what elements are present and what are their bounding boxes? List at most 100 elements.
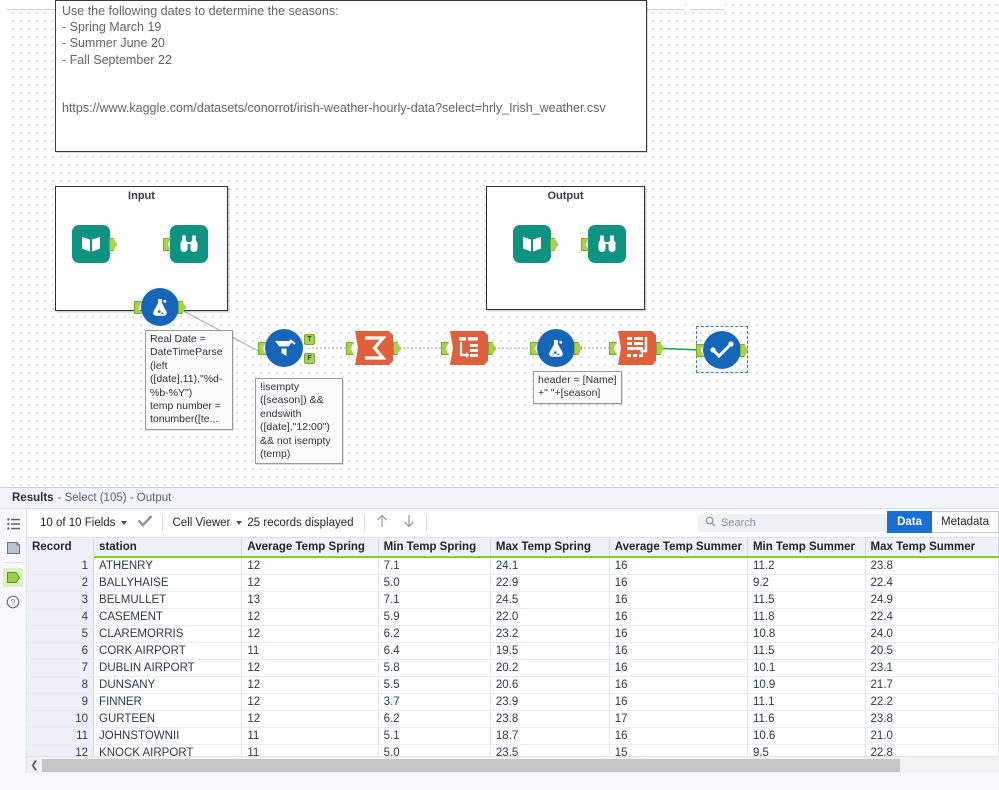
table-cell[interactable]: JOHNSTOWNII [93,727,243,745]
record-number-cell[interactable]: 2 [27,574,95,592]
node-formula-tool-2[interactable] [530,329,582,367]
node-crosstab-tool[interactable] [441,329,496,367]
chevron-left-icon[interactable]: ❮ [27,760,42,771]
arrow-down-icon[interactable] [402,513,416,534]
table-cell[interactable]: 11.6 [747,710,866,728]
table-cell[interactable]: 5.1 [378,727,491,745]
table-cell[interactable]: 6.2 [378,710,491,728]
column-header[interactable]: Min Temp Spring [378,538,491,558]
table-cell[interactable]: 7.1 [378,591,491,609]
table-cell[interactable]: GURTEEN [93,710,243,728]
column-header[interactable]: Min Temp Summer [747,538,866,558]
table-cell[interactable]: 5.0 [378,574,491,592]
record-number-cell[interactable]: 5 [27,625,95,643]
table-cell[interactable]: DUBLIN AIRPORT [93,659,243,677]
table-cell[interactable]: 19.5 [490,642,610,660]
record-number-cell[interactable]: 1 [27,557,95,575]
table-cell[interactable]: 22.4 [865,574,999,592]
help-icon[interactable]: ? [3,592,23,611]
table-cell[interactable]: 23.8 [490,710,610,728]
table-cell[interactable]: 16 [609,574,748,592]
checkmark-icon[interactable] [137,514,153,532]
list-icon[interactable] [3,514,23,533]
table-cell[interactable]: 10.9 [747,676,866,694]
table-cell[interactable]: 16 [609,676,748,694]
table-cell[interactable]: 17 [609,710,748,728]
table-cell[interactable]: 24.5 [490,591,610,609]
table-cell[interactable]: 21.0 [865,727,999,745]
table-cell[interactable]: 16 [609,625,748,643]
table-cell[interactable]: ATHENRY [93,557,243,575]
record-number-cell[interactable]: 6 [27,642,95,660]
scrollbar-thumb[interactable] [42,758,900,772]
table-cell[interactable]: BELMULLET [93,591,243,609]
table-cell[interactable]: 22.9 [490,574,610,592]
table-cell[interactable]: 16 [609,608,748,626]
table-cell[interactable]: 21.7 [865,676,999,694]
column-header[interactable]: Record [27,538,95,558]
table-cell[interactable]: 23.1 [865,659,999,677]
cell-viewer-label[interactable]: Cell Viewer [172,517,230,529]
table-cell[interactable]: 11.5 [747,642,866,660]
table-row[interactable]: 5 CLAREMORRIS 12 6.2 23.2 16 10.8 24.0 [27,625,999,643]
table-cell[interactable]: 12 [241,625,379,643]
column-header[interactable]: Average Temp Summer [609,538,748,558]
record-number-cell[interactable]: 10 [27,710,95,728]
table-cell[interactable]: 5.5 [378,676,491,694]
record-number-cell[interactable]: 8 [27,676,95,694]
canvas-comment-box[interactable]: Use the following dates to determine the… [55,0,647,152]
table-row[interactable]: 4 CASEMENT 12 5.9 22.0 16 11.8 22.4 [27,608,999,626]
table-cell[interactable]: 11.5 [747,591,866,609]
table-cell[interactable]: 12 [241,608,379,626]
table-cell[interactable]: 16 [609,557,748,575]
table-cell[interactable]: 5.8 [378,659,491,677]
table-cell[interactable]: 16 [609,659,748,677]
output-anchor-true[interactable]: T [304,334,315,345]
node-input-data-tool[interactable] [72,225,117,263]
tab-metadata[interactable]: Metadata [932,511,999,533]
node-transpose-tool[interactable] [609,329,664,367]
table-cell[interactable]: 23.8 [865,557,999,575]
table-cell[interactable]: 18.7 [490,727,610,745]
table-cell[interactable]: 11 [241,727,379,745]
table-cell[interactable]: 22.0 [490,608,610,626]
table-cell[interactable]: 16 [609,727,748,745]
table-cell[interactable]: 11.2 [747,557,866,575]
table-cell[interactable]: FINNER [93,693,243,711]
output-anchor[interactable] [656,342,664,355]
column-header[interactable]: Max Temp Summer [865,538,999,558]
table-cell[interactable]: 22.4 [865,608,999,626]
metadata-icon[interactable] [3,538,23,557]
column-header[interactable]: Average Temp Spring [241,538,379,558]
table-cell[interactable]: CORK AIRPORT [93,642,243,660]
table-row[interactable]: 2 BALLYHAISE 12 5.0 22.9 16 9.2 22.4 [27,574,999,592]
table-row[interactable]: 6 CORK AIRPORT 11 6.4 19.5 16 11.5 20.5 [27,642,999,660]
table-cell[interactable]: 20.5 [865,642,999,660]
table-cell[interactable]: 6.2 [378,625,491,643]
output-anchor-false[interactable]: F [304,353,315,364]
search-input[interactable]: Search [698,514,906,532]
table-cell[interactable]: 16 [609,693,748,711]
table-cell[interactable]: 13 [241,591,379,609]
node-summarize-tool[interactable] [346,329,401,367]
table-row[interactable]: 11 JOHNSTOWNII 11 5.1 18.7 16 10.6 21.0 [27,727,999,745]
table-cell[interactable]: 11.8 [747,608,866,626]
table-cell[interactable]: 12 [241,557,379,575]
table-cell[interactable]: 12 [241,574,379,592]
node-formula-tool-1[interactable] [134,288,186,326]
node-select-tool[interactable] [696,331,748,369]
table-cell[interactable]: 23.8 [865,710,999,728]
table-cell[interactable]: 12 [241,676,379,694]
record-number-cell[interactable]: 11 [27,727,95,745]
results-grid[interactable]: Record station Average Temp Spring Min Temp… [27,538,999,790]
horizontal-scrollbar[interactable]: ❮ [27,756,999,773]
record-number-cell[interactable]: 3 [27,591,95,609]
record-number-cell[interactable]: 4 [27,608,95,626]
column-header[interactable]: station [93,538,243,558]
table-cell[interactable]: 24.0 [865,625,999,643]
record-number-cell[interactable]: 7 [27,659,95,677]
output-anchor[interactable] [574,342,582,355]
table-row[interactable]: 1 ATHENRY 12 7.1 24.1 16 11.2 23.8 [27,557,999,575]
table-cell[interactable]: CASEMENT [93,608,243,626]
table-row[interactable]: 7 DUBLIN AIRPORT 12 5.8 20.2 16 10.1 23.1 [27,659,999,677]
